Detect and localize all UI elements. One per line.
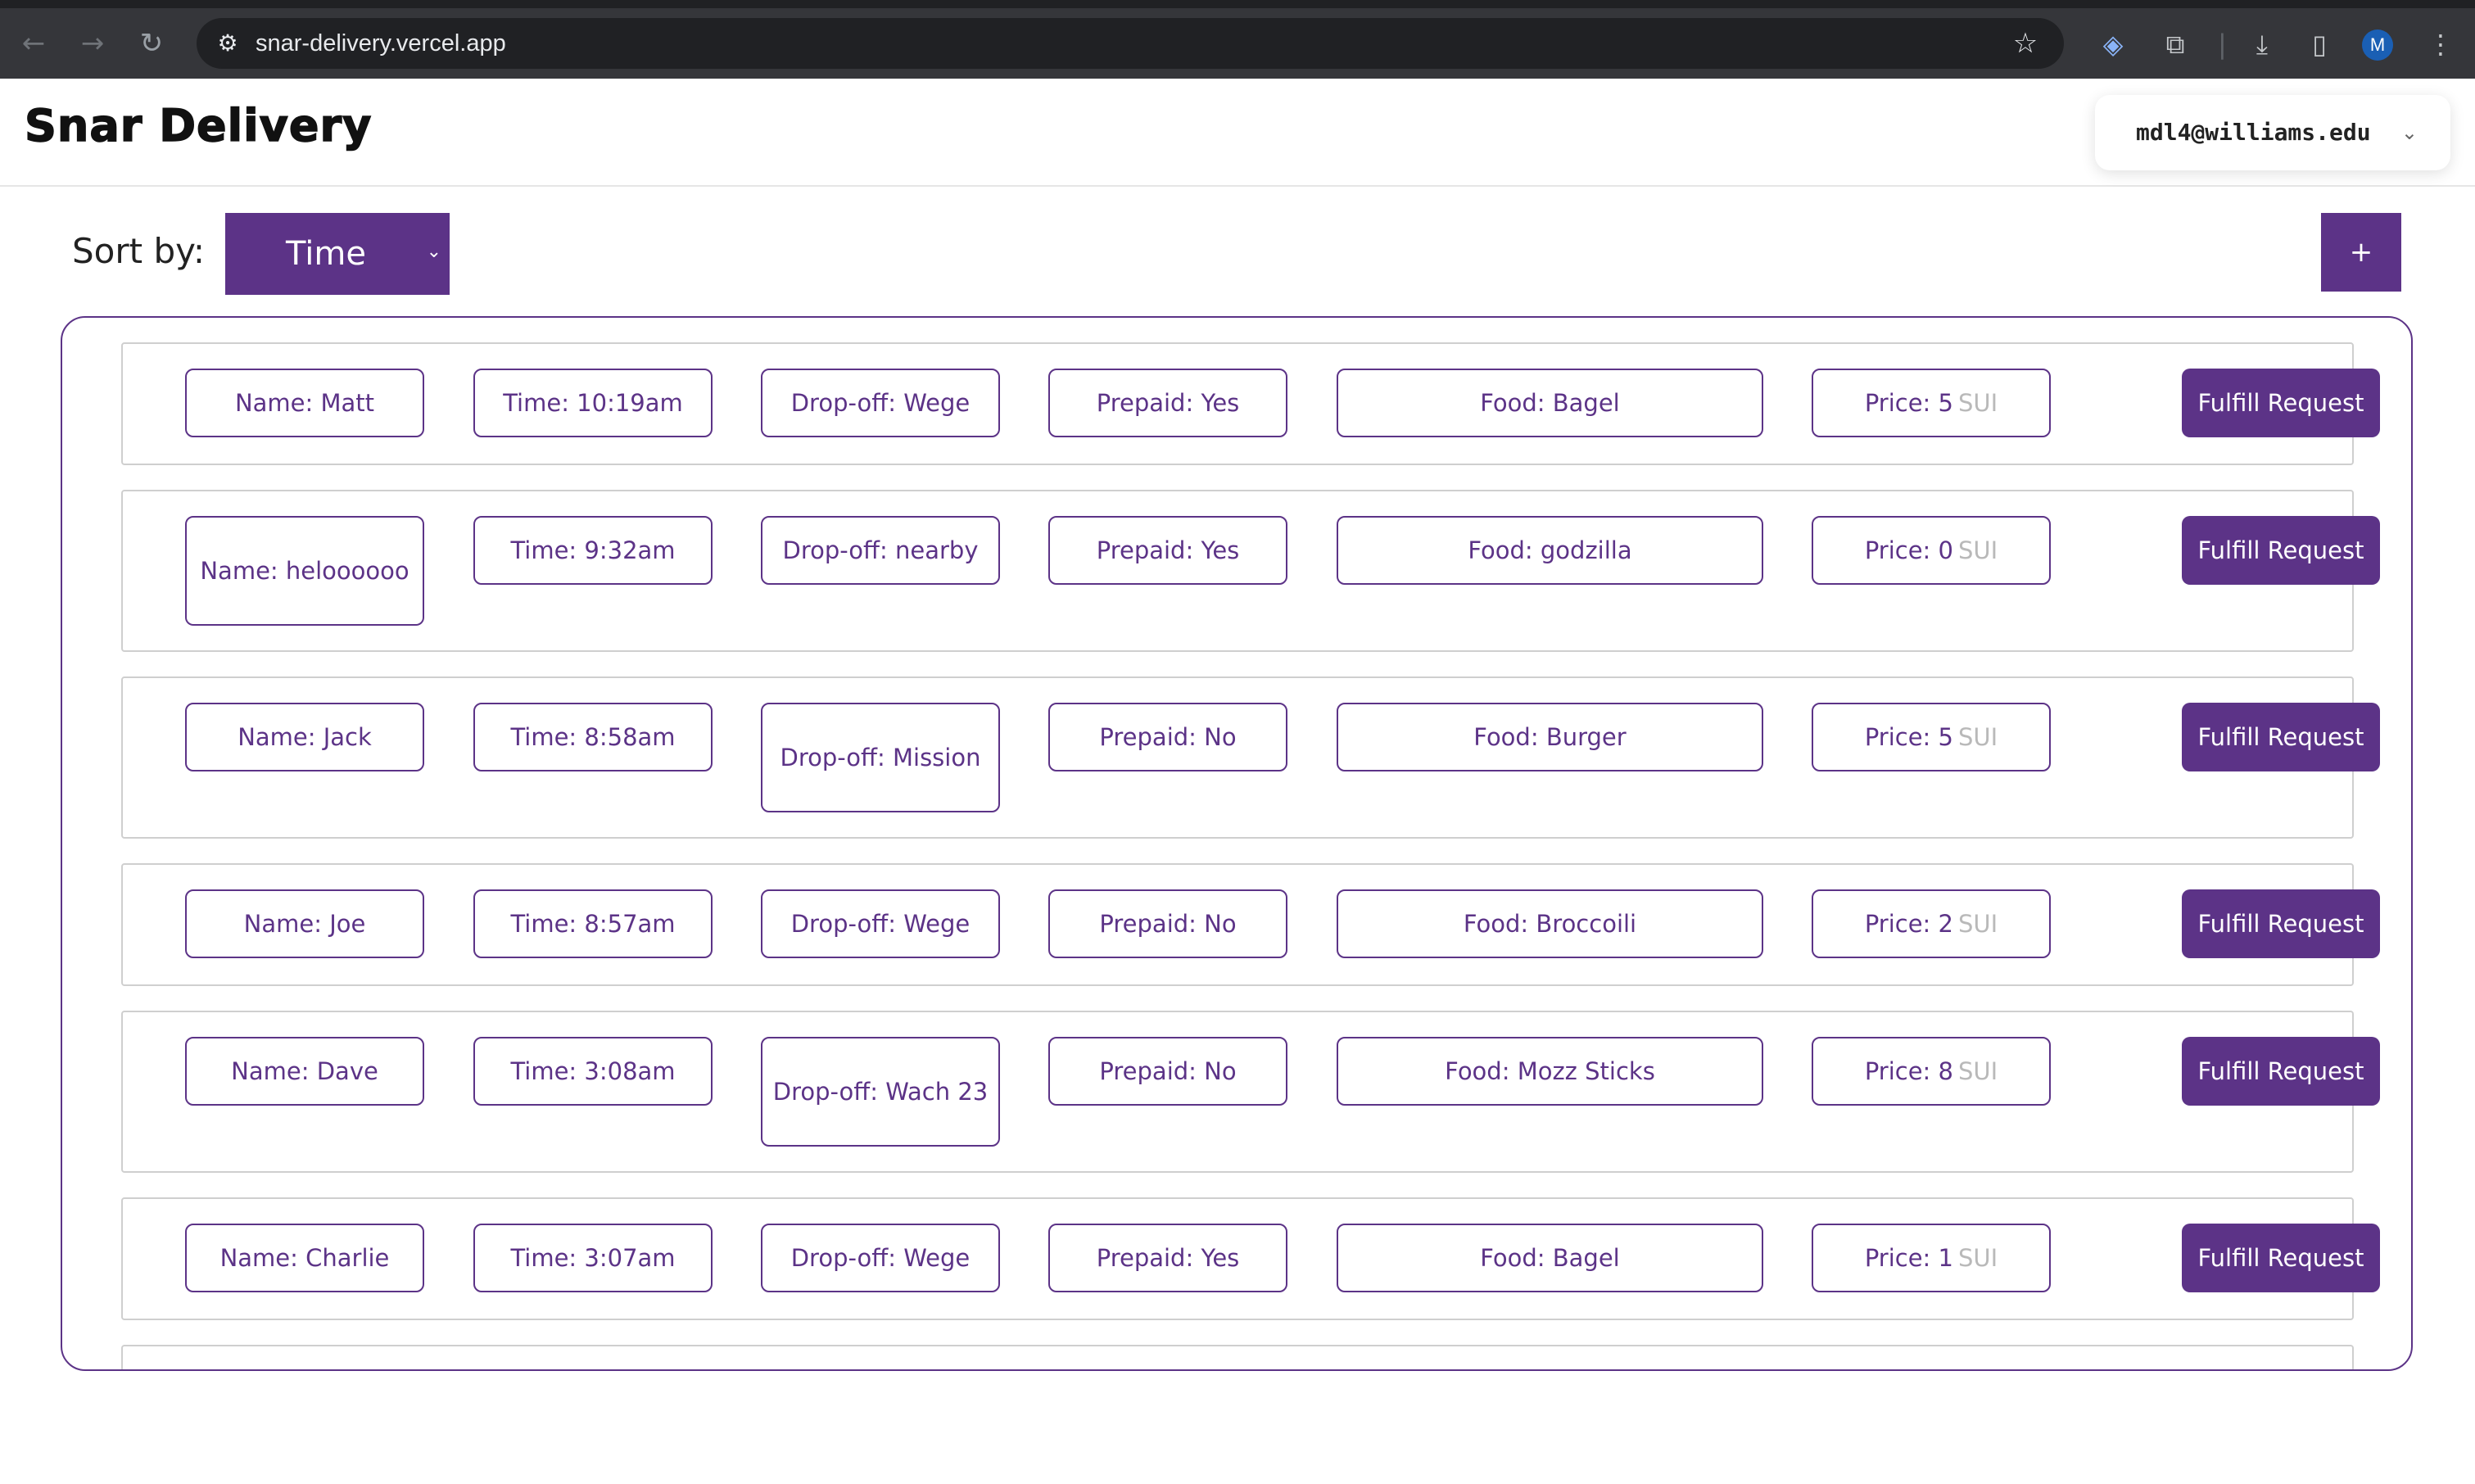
- order-dropoff: Drop-off: Wege: [761, 889, 1000, 958]
- order-time: Time: 9:32am: [473, 516, 713, 585]
- reload-icon[interactable]: ↻: [133, 25, 170, 62]
- order-food: Food: Bagel: [1337, 1224, 1763, 1292]
- price-value: Price: 5: [1864, 723, 1953, 751]
- chevron-down-icon: ⌄: [2400, 121, 2418, 144]
- price-unit: SUI: [1958, 1244, 1998, 1272]
- price-value: Price: 8: [1864, 1057, 1953, 1085]
- order-time: Time: 8:57am: [473, 889, 713, 958]
- order-dropoff: Drop-off: Mission: [761, 703, 1000, 812]
- site-settings-icon[interactable]: ⚙: [211, 27, 244, 60]
- account-dropdown[interactable]: mdl4@williams.edu ⌄: [2095, 95, 2450, 170]
- order-prepaid: Prepaid: No: [1048, 889, 1287, 958]
- bookmark-star-icon[interactable]: ☆: [2007, 25, 2044, 62]
- order-food: Food: Burger: [1337, 703, 1763, 771]
- side-panel-icon[interactable]: ▯: [2301, 26, 2337, 62]
- order-food: Food: Mozz Sticks: [1337, 1037, 1763, 1106]
- order-food: Food: Broccoili: [1337, 889, 1763, 958]
- order-prepaid: Prepaid: No: [1048, 703, 1287, 771]
- add-request-button[interactable]: +: [2321, 213, 2401, 292]
- price-value: Price: 0: [1864, 536, 1953, 564]
- fulfill-request-button[interactable]: Fulfill Request: [2182, 369, 2380, 437]
- extensions-puzzle-icon[interactable]: ⧉: [2157, 26, 2193, 62]
- order-time: Time: 3:08am: [473, 1037, 713, 1106]
- order-price: Price: 5 SUI: [1812, 369, 2051, 437]
- price-unit: SUI: [1958, 1057, 1998, 1085]
- order-dropoff: Drop-off: nearby: [761, 516, 1000, 585]
- order-price: Price: 1 SUI: [1812, 1224, 2051, 1292]
- price-value: Price: 1: [1864, 1244, 1953, 1272]
- back-arrow-icon[interactable]: ←: [15, 25, 52, 62]
- order-card: Name: Joe Time: 8:57am Drop-off: Wege Pr…: [121, 863, 2380, 986]
- sort-label: Sort by:: [72, 231, 206, 271]
- forward-arrow-icon[interactable]: →: [74, 25, 111, 62]
- app-logo: Snar Delivery: [24, 99, 373, 152]
- order-price: Price: 5 SUI: [1812, 703, 2051, 771]
- download-icon[interactable]: ⤓: [2244, 26, 2280, 62]
- order-prepaid: Prepaid: Yes: [1048, 369, 1287, 437]
- extension-droplet-icon[interactable]: ◈: [2095, 26, 2131, 62]
- price-value: Price: 5: [1864, 389, 1953, 417]
- order-food: Food: Bagel: [1337, 369, 1763, 437]
- price-value: Price: 2: [1864, 910, 1953, 938]
- url-text[interactable]: snar-delivery.vercel.app: [256, 18, 506, 69]
- order-name: Name: Dave: [185, 1037, 424, 1106]
- order-name: Name: Jack: [185, 703, 424, 771]
- order-time: Time: 10:19am: [473, 369, 713, 437]
- price-unit: SUI: [1958, 389, 1998, 417]
- order-price: Price: 8 SUI: [1812, 1037, 2051, 1106]
- order-time: Time: 8:58am: [473, 703, 713, 771]
- fulfill-request-button[interactable]: Fulfill Request: [2182, 703, 2380, 771]
- orders-list[interactable]: Name: Matt Time: 10:19am Drop-off: Wege …: [61, 316, 2413, 1371]
- account-email: mdl4@williams.edu: [2136, 119, 2371, 146]
- order-food: Food: godzilla: [1337, 516, 1763, 585]
- profile-avatar[interactable]: M: [2362, 29, 2393, 61]
- sort-select[interactable]: Time ⌄: [225, 213, 450, 295]
- order-card: Name: heloooooo Time: 9:32am Drop-off: n…: [121, 490, 2380, 652]
- order-price: Price: 0 SUI: [1812, 516, 2051, 585]
- fulfill-request-button[interactable]: Fulfill Request: [2182, 889, 2380, 958]
- order-card: Name: Dave Time: 3:08am Drop-off: Wach 2…: [121, 1011, 2380, 1173]
- order-dropoff: Drop-off: Wege: [761, 369, 1000, 437]
- order-card-partial: [121, 1345, 2354, 1369]
- order-prepaid: Prepaid: No: [1048, 1037, 1287, 1106]
- order-prepaid: Prepaid: Yes: [1048, 1224, 1287, 1292]
- order-card: Name: Jack Time: 8:58am Drop-off: Missio…: [121, 676, 2380, 839]
- fulfill-request-button[interactable]: Fulfill Request: [2182, 1037, 2380, 1106]
- price-unit: SUI: [1958, 723, 1998, 751]
- order-price: Price: 2 SUI: [1812, 889, 2051, 958]
- order-time: Time: 3:07am: [473, 1224, 713, 1292]
- order-card: Name: Charlie Time: 3:07am Drop-off: Weg…: [121, 1197, 2380, 1320]
- fulfill-request-button[interactable]: Fulfill Request: [2182, 516, 2380, 585]
- order-dropoff: Drop-off: Wege: [761, 1224, 1000, 1292]
- order-card: Name: Matt Time: 10:19am Drop-off: Wege …: [121, 342, 2380, 465]
- browser-toolbar: ← → ↻ ⚙ snar-delivery.vercel.app ☆ ◈ ⧉ |…: [0, 0, 2475, 79]
- order-name: Name: Charlie: [185, 1224, 424, 1292]
- order-name: Name: Matt: [185, 369, 424, 437]
- order-prepaid: Prepaid: Yes: [1048, 516, 1287, 585]
- fulfill-request-button[interactable]: Fulfill Request: [2182, 1224, 2380, 1292]
- address-bar[interactable]: ⚙ snar-delivery.vercel.app ☆: [197, 18, 2064, 69]
- toolbar-divider: |: [2218, 29, 2227, 60]
- browser-menu-icon[interactable]: ⋮: [2423, 26, 2459, 62]
- order-dropoff: Drop-off: Wach 23: [761, 1037, 1000, 1147]
- order-name: Name: Joe: [185, 889, 424, 958]
- sort-selected-value: Time: [286, 235, 366, 273]
- price-unit: SUI: [1958, 910, 1998, 938]
- order-name: Name: heloooooo: [185, 516, 424, 626]
- chevron-down-icon: ⌄: [426, 242, 441, 262]
- app-header: Snar Delivery mdl4@williams.edu ⌄: [0, 79, 2475, 187]
- price-unit: SUI: [1958, 536, 1998, 564]
